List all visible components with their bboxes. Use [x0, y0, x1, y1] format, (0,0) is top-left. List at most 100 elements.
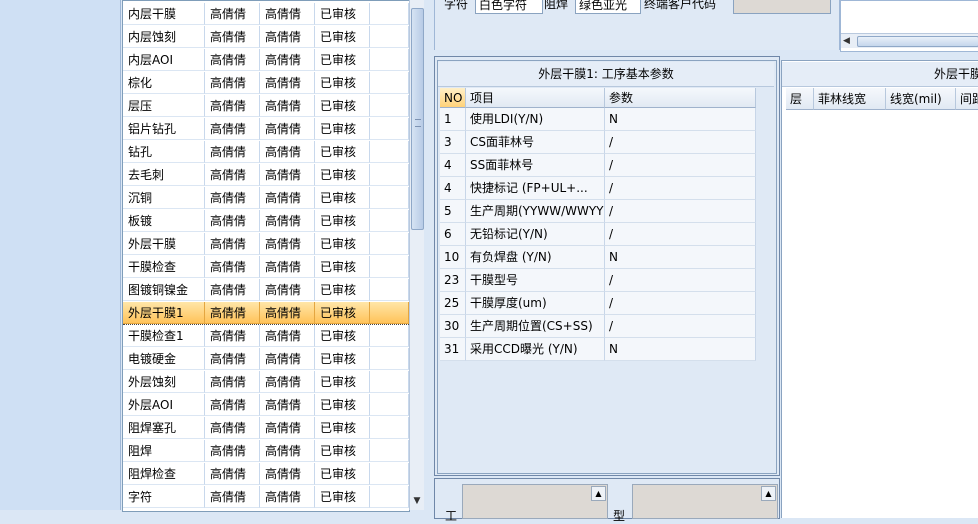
- bottom-memo-2[interactable]: ▲: [632, 484, 778, 519]
- reviewer-cell[interactable]: 高倩倩: [260, 463, 315, 485]
- process-row[interactable]: 内层AOI 高倩倩 高倩倩 已审核: [123, 49, 409, 72]
- param-value-cell[interactable]: N: [605, 246, 756, 269]
- process-name-cell[interactable]: 外层蚀刻: [123, 371, 205, 393]
- param-value-cell[interactable]: /: [605, 177, 756, 200]
- param-no-cell[interactable]: 10: [440, 246, 466, 269]
- status-cell[interactable]: 已审核: [315, 348, 370, 370]
- process-name-cell[interactable]: 内层蚀刻: [123, 26, 205, 48]
- reviewer-cell[interactable]: 高倩倩: [260, 26, 315, 48]
- maker-cell[interactable]: 高倩倩: [205, 187, 260, 209]
- param-value-cell[interactable]: /: [605, 269, 756, 292]
- process-name-cell[interactable]: 钻孔: [123, 141, 205, 163]
- reviewer-cell[interactable]: 高倩倩: [260, 371, 315, 393]
- param-no-cell[interactable]: 23: [440, 269, 466, 292]
- param-no-cell[interactable]: 30: [440, 315, 466, 338]
- status-cell[interactable]: 已审核: [315, 141, 370, 163]
- status-cell[interactable]: 已审核: [315, 256, 370, 278]
- param-item-cell[interactable]: 快捷标记 (FP+UL+...: [466, 177, 605, 200]
- process-row[interactable]: 外层AOI 高倩倩 高倩倩 已审核: [123, 394, 409, 417]
- maker-cell[interactable]: 高倩倩: [205, 417, 260, 439]
- param-row[interactable]: 23 干膜型号 /: [440, 269, 756, 292]
- maker-cell[interactable]: 高倩倩: [205, 72, 260, 94]
- process-name-cell[interactable]: 外层干膜1: [123, 302, 205, 324]
- param-item-cell[interactable]: SS面菲林号: [466, 154, 605, 177]
- status-cell[interactable]: 已审核: [315, 26, 370, 48]
- bottom-memo-1[interactable]: ▲: [462, 484, 608, 519]
- process-row[interactable]: 阻焊塞孔 高倩倩 高倩倩 已审核: [123, 417, 409, 440]
- reviewer-cell[interactable]: 高倩倩: [260, 440, 315, 462]
- scroll-down-arrow-icon[interactable]: ▼: [411, 494, 423, 508]
- right-column-header[interactable]: 菲林线宽: [814, 88, 886, 110]
- reviewer-cell[interactable]: 高倩倩: [260, 394, 315, 416]
- reviewer-cell[interactable]: 高倩倩: [260, 210, 315, 232]
- right-column-header[interactable]: 层: [786, 88, 814, 110]
- param-item-cell[interactable]: 干膜厚度(um): [466, 292, 605, 315]
- process-name-cell[interactable]: 干膜检查: [123, 256, 205, 278]
- status-cell[interactable]: 已审核: [315, 3, 370, 25]
- process-name-cell[interactable]: 棕化: [123, 72, 205, 94]
- process-name-cell[interactable]: 阻焊检查: [123, 463, 205, 485]
- reviewer-cell[interactable]: 高倩倩: [260, 233, 315, 255]
- param-no-cell[interactable]: 1: [440, 108, 466, 131]
- empty-cell[interactable]: [370, 26, 409, 48]
- process-name-cell[interactable]: 图镀铜镍金: [123, 279, 205, 301]
- empty-cell[interactable]: [370, 118, 409, 140]
- process-name-cell[interactable]: 沉铜: [123, 187, 205, 209]
- param-value-cell[interactable]: N: [605, 108, 756, 131]
- process-name-cell[interactable]: 内层干膜: [123, 3, 205, 25]
- status-cell[interactable]: 已审核: [315, 49, 370, 71]
- status-cell[interactable]: 已审核: [315, 95, 370, 117]
- process-row[interactable]: 棕化 高倩倩 高倩倩 已审核: [123, 72, 409, 95]
- param-value-cell[interactable]: /: [605, 154, 756, 177]
- reviewer-cell[interactable]: 高倩倩: [260, 3, 315, 25]
- process-row[interactable]: 外层干膜 高倩倩 高倩倩 已审核: [123, 233, 409, 256]
- reviewer-cell[interactable]: 高倩倩: [260, 302, 315, 324]
- status-cell[interactable]: 已审核: [315, 279, 370, 301]
- process-name-cell[interactable]: 内层AOI: [123, 49, 205, 71]
- param-item-cell[interactable]: 干膜型号: [466, 269, 605, 292]
- status-cell[interactable]: 已审核: [315, 187, 370, 209]
- maker-cell[interactable]: 高倩倩: [205, 463, 260, 485]
- status-cell[interactable]: 已审核: [315, 417, 370, 439]
- reviewer-cell[interactable]: 高倩倩: [260, 141, 315, 163]
- reviewer-cell[interactable]: 高倩倩: [260, 72, 315, 94]
- param-no-cell[interactable]: 6: [440, 223, 466, 246]
- status-cell[interactable]: 已审核: [315, 118, 370, 140]
- process-name-cell[interactable]: 外层AOI: [123, 394, 205, 416]
- maker-cell[interactable]: 高倩倩: [205, 279, 260, 301]
- scrollbar-thumb[interactable]: [857, 36, 978, 47]
- param-value-cell[interactable]: /: [605, 292, 756, 315]
- process-name-cell[interactable]: 去毛刺: [123, 164, 205, 186]
- maker-cell[interactable]: 高倩倩: [205, 233, 260, 255]
- process-row[interactable]: 板镀 高倩倩 高倩倩 已审核: [123, 210, 409, 233]
- empty-cell[interactable]: [370, 49, 409, 71]
- param-no-cell[interactable]: 25: [440, 292, 466, 315]
- maker-cell[interactable]: 高倩倩: [205, 26, 260, 48]
- char-value-field[interactable]: 白色字符: [475, 0, 543, 14]
- process-name-cell[interactable]: 外层干膜: [123, 233, 205, 255]
- right-column-header[interactable]: 线宽(mil): [886, 88, 956, 110]
- process-name-cell[interactable]: 阻焊塞孔: [123, 417, 205, 439]
- param-value-cell[interactable]: /: [605, 131, 756, 154]
- process-row[interactable]: 干膜检查 高倩倩 高倩倩 已审核: [123, 256, 409, 279]
- param-value-cell[interactable]: /: [605, 315, 756, 338]
- reviewer-cell[interactable]: 高倩倩: [260, 49, 315, 71]
- process-row[interactable]: 去毛刺 高倩倩 高倩倩 已审核: [123, 164, 409, 187]
- process-name-cell[interactable]: 铝片钻孔: [123, 118, 205, 140]
- empty-cell[interactable]: [370, 95, 409, 117]
- status-cell[interactable]: 已审核: [315, 486, 370, 508]
- process-row[interactable]: 外层蚀刻 高倩倩 高倩倩 已审核: [123, 371, 409, 394]
- status-cell[interactable]: 已审核: [315, 440, 370, 462]
- reviewer-cell[interactable]: 高倩倩: [260, 95, 315, 117]
- param-item-cell[interactable]: 生产周期位置(CS+SS): [466, 315, 605, 338]
- process-row[interactable]: 内层干膜 高倩倩 高倩倩 已审核: [123, 3, 409, 26]
- maker-cell[interactable]: 高倩倩: [205, 256, 260, 278]
- empty-cell[interactable]: [370, 371, 409, 393]
- solder-mask-value-field[interactable]: 绿色亚光: [575, 0, 641, 14]
- maker-cell[interactable]: 高倩倩: [205, 118, 260, 140]
- maker-cell[interactable]: 高倩倩: [205, 210, 260, 232]
- scroll-left-arrow-icon[interactable]: ◀: [843, 35, 853, 47]
- empty-cell[interactable]: [370, 486, 409, 508]
- empty-cell[interactable]: [370, 463, 409, 485]
- process-row[interactable]: 内层蚀刻 高倩倩 高倩倩 已审核: [123, 26, 409, 49]
